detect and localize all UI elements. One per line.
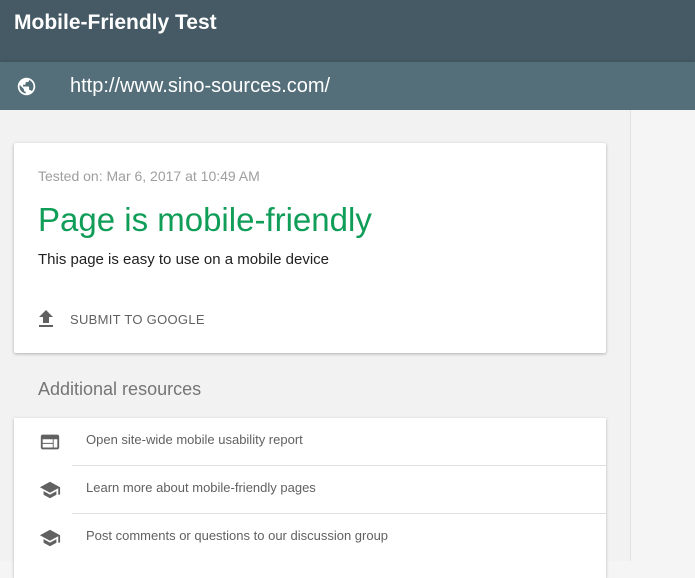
verdict-description: This page is easy to use on a mobile dev… xyxy=(38,251,329,268)
resource-item-learn-more[interactable]: Learn more about mobile-friendly pages xyxy=(14,466,606,514)
submit-to-google-label: SUBMIT TO GOOGLE xyxy=(70,311,205,327)
resource-item-usability-report[interactable]: Open site-wide mobile usability report xyxy=(14,418,606,466)
url-input[interactable]: http://www.sino-sources.com/ xyxy=(70,75,330,98)
additional-resources-heading: Additional resources xyxy=(38,379,202,399)
side-panel xyxy=(630,110,695,561)
web-layout-icon xyxy=(40,434,60,450)
result-card: Tested on: Mar 6, 2017 at 10:49 AM Page … xyxy=(14,143,606,353)
resource-item-label: Open site-wide mobile usability report xyxy=(86,432,303,447)
globe-icon xyxy=(17,77,36,96)
upload-icon xyxy=(39,310,53,327)
resource-item-label: Learn more about mobile-friendly pages xyxy=(86,480,316,495)
verdict-title: Page is mobile-friendly xyxy=(38,201,372,238)
graduation-cap-icon xyxy=(39,481,61,499)
submit-to-google-button[interactable]: SUBMIT TO GOOGLE xyxy=(38,305,205,333)
app-header: Mobile-Friendly Test xyxy=(0,0,695,62)
resources-list: Open site-wide mobile usability report L… xyxy=(14,418,606,578)
url-bar[interactable]: http://www.sino-sources.com/ xyxy=(0,62,695,110)
resource-item-discussion-group[interactable]: Post comments or questions to our discus… xyxy=(14,514,606,562)
graduation-cap-icon xyxy=(39,529,61,547)
app-title: Mobile-Friendly Test xyxy=(14,11,217,34)
resource-item-label: Post comments or questions to our discus… xyxy=(86,528,389,543)
tested-on-timestamp: Tested on: Mar 6, 2017 at 10:49 AM xyxy=(38,168,260,184)
